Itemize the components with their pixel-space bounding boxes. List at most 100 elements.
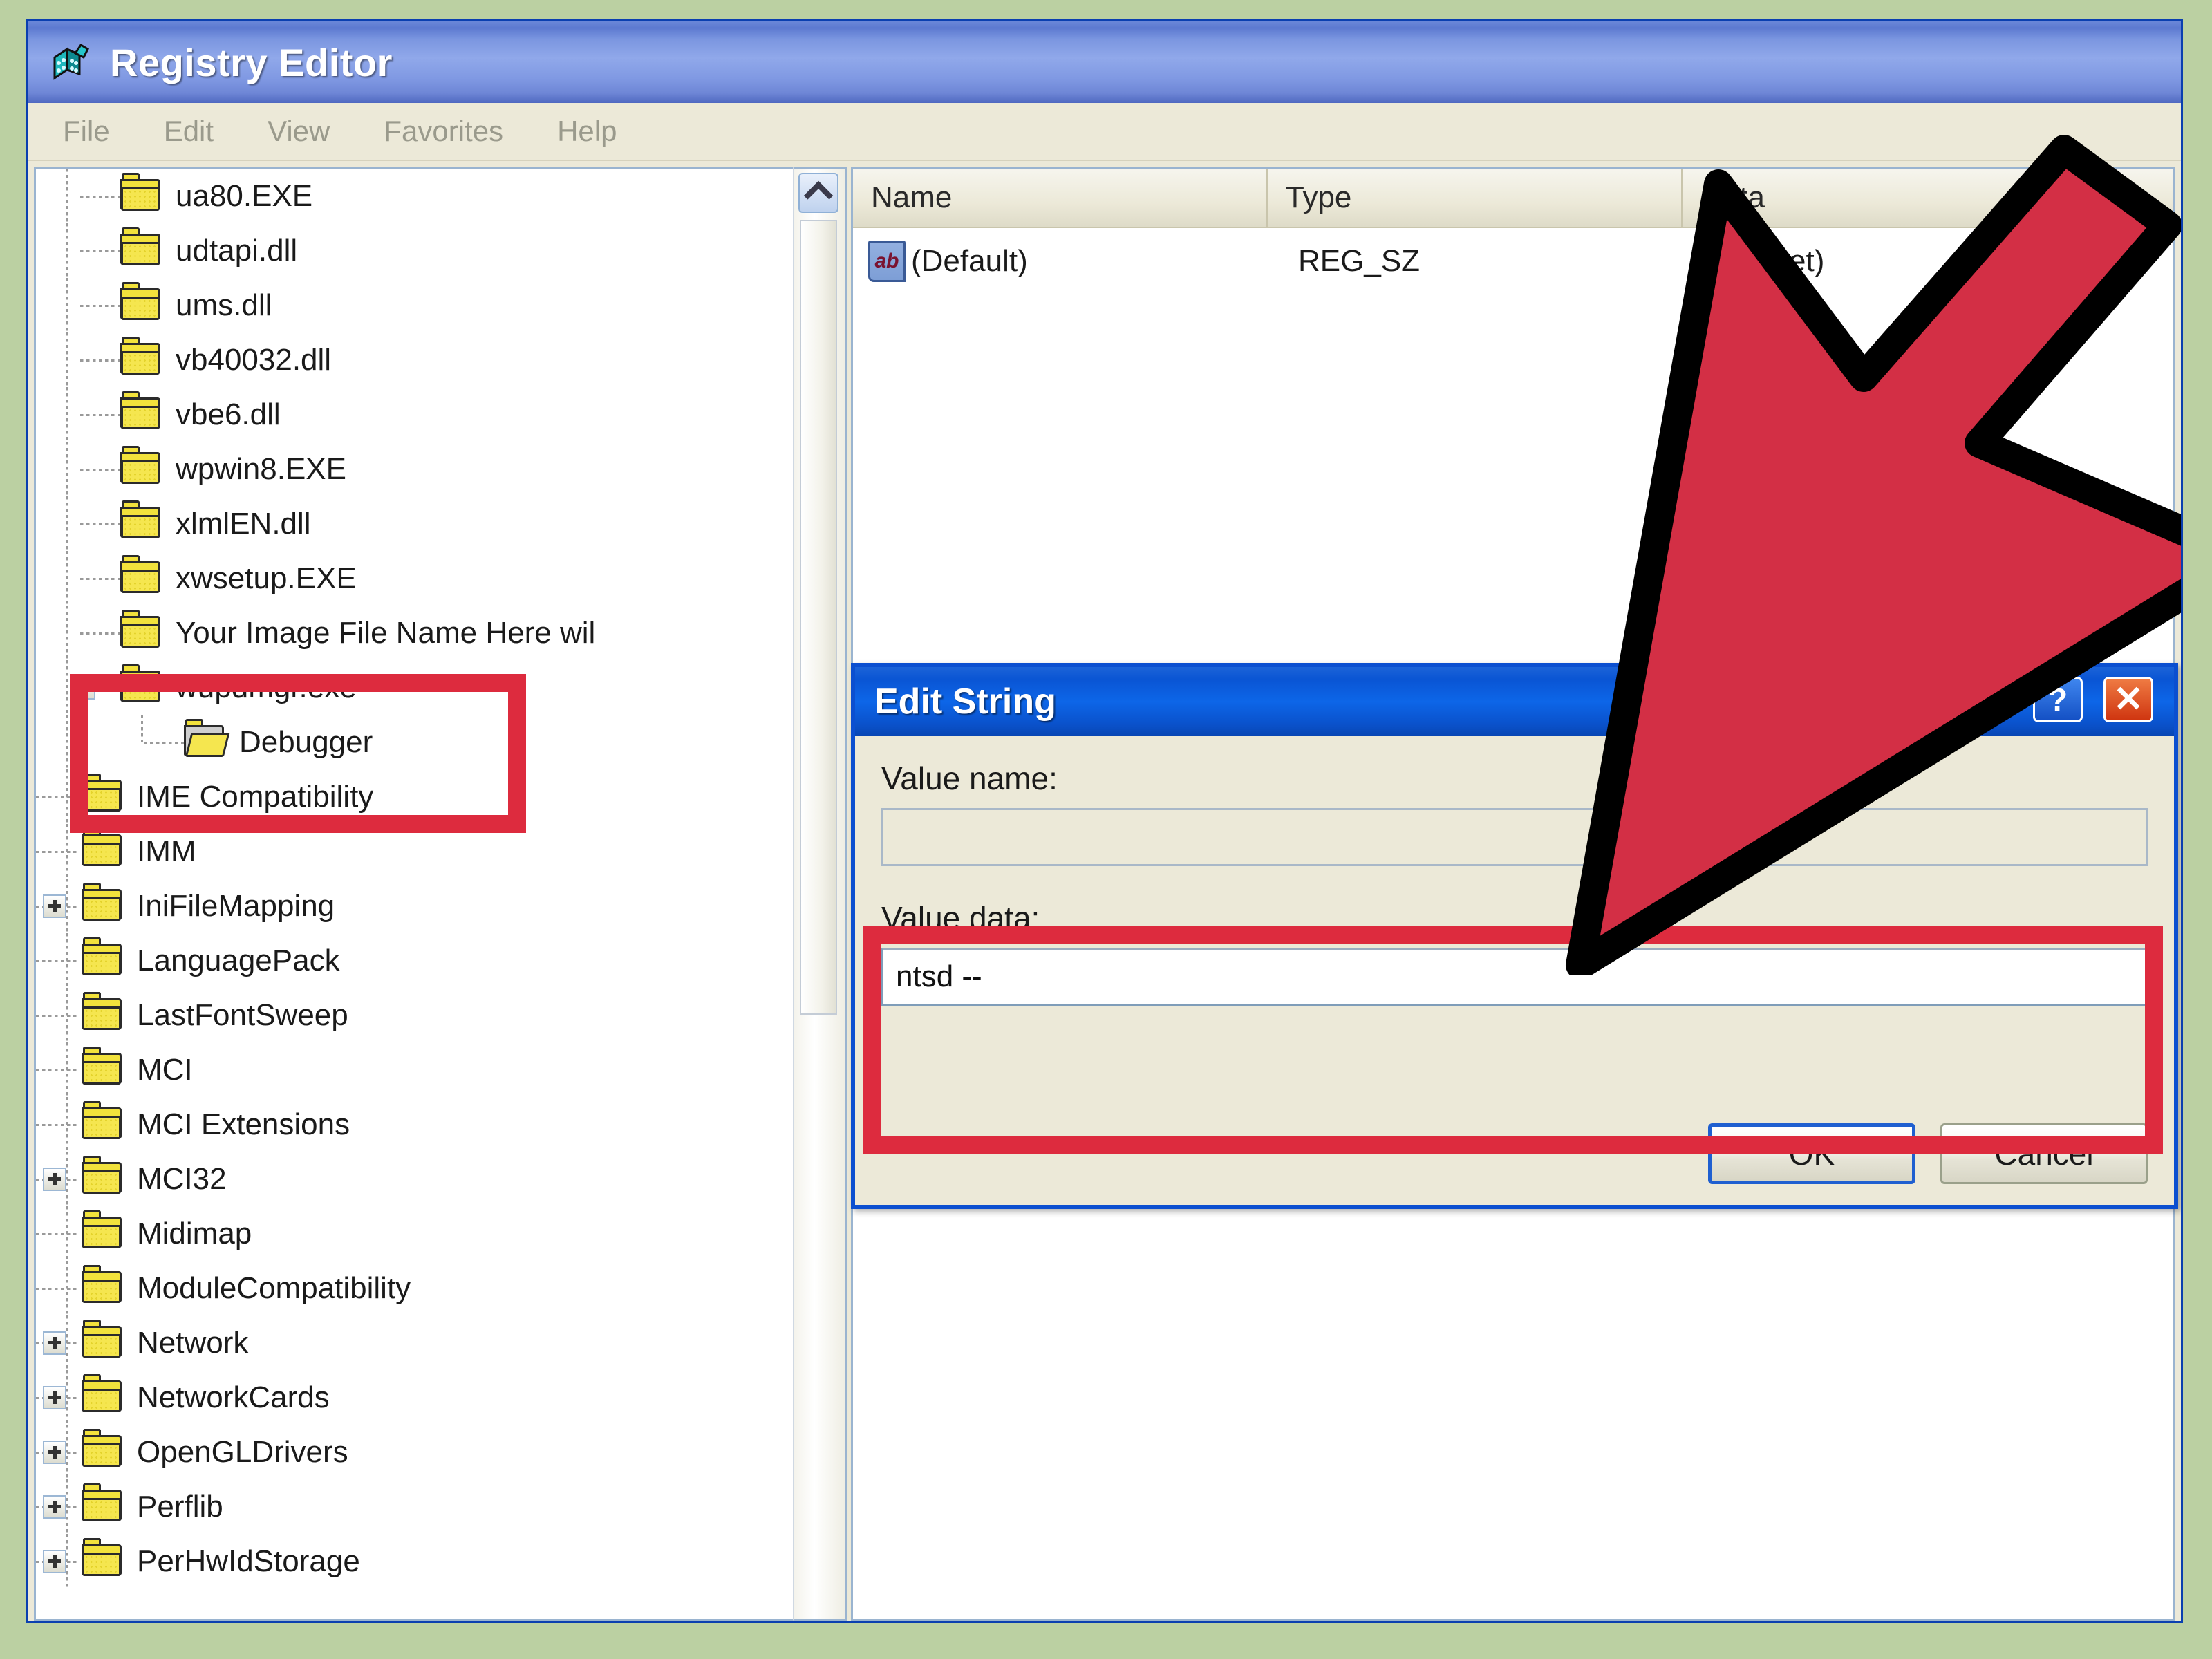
expand-plus-icon[interactable] [43, 1494, 66, 1519]
folder-icon [82, 991, 124, 1033]
folder-icon [120, 554, 163, 596]
value-data-group: Value data: ntsd -- [881, 899, 2148, 1006]
tree-item-mci[interactable]: MCI [36, 1042, 741, 1097]
expand-plus-icon[interactable] [43, 1549, 66, 1573]
tree-item-ime-compatibility[interactable]: IME Compatibility [36, 769, 741, 824]
tree-item-label: ums.dll [176, 288, 272, 322]
menu-item-favorites[interactable]: Favorites [379, 112, 507, 151]
tree-item-label: OpenGLDrivers [137, 1434, 348, 1469]
tree-item-lastfontsweep[interactable]: LastFontSweep [36, 988, 741, 1042]
tree-item-your-image-file-name-here-wil[interactable]: Your Image File Name Here wil [36, 606, 741, 660]
value-name-label: Value name: [881, 760, 1058, 796]
tree-item-imm[interactable]: IMM [36, 824, 741, 879]
edit-string-dialog[interactable]: Edit String ? ✕ Value name: Value data: … [851, 663, 2178, 1209]
window-titlebar: Registry Editor [28, 21, 2181, 103]
dialog-titlebar: Edit String ? ✕ [855, 667, 2174, 736]
tree-item-networkcards[interactable]: NetworkCards [36, 1370, 741, 1425]
tree-item-label: udtapi.dll [176, 233, 298, 268]
tree-item-perflib[interactable]: Perflib [36, 1479, 741, 1534]
tree-item-ua80-exe[interactable]: ua80.EXE [36, 169, 741, 223]
folder-icon [82, 1155, 124, 1197]
menu-bar: File Edit View Favorites Help [28, 103, 2181, 161]
tree-item-languagepack[interactable]: LanguagePack [36, 933, 741, 988]
ok-button[interactable]: OK [1708, 1123, 1915, 1184]
tree-item-ums-dll[interactable]: ums.dll [36, 278, 741, 332]
tree-connector-line [36, 1287, 79, 1290]
expand-plus-icon[interactable] [43, 894, 66, 918]
tree-item-label: Perflib [137, 1489, 223, 1524]
tree-connector-line [80, 577, 123, 580]
expand-plus-icon[interactable] [43, 1331, 66, 1355]
column-header-name[interactable]: Name [853, 169, 1268, 227]
tree-item-xlmlen-dll[interactable]: xlmlEN.dll [36, 496, 741, 551]
tree-item-udtapi-dll[interactable]: udtapi.dll [36, 223, 741, 278]
folder-icon [82, 882, 124, 924]
menu-item-file[interactable]: File [59, 112, 114, 151]
tree-item-mci-extensions[interactable]: MCI Extensions [36, 1097, 741, 1152]
column-header-type[interactable]: Type [1268, 169, 1683, 227]
cancel-button[interactable]: Cancel [1940, 1123, 2148, 1184]
tree-item-mci32[interactable]: MCI32 [36, 1152, 741, 1206]
registry-editor-window: Registry Editor File Edit View Favorites… [26, 19, 2183, 1623]
expand-plus-icon[interactable] [43, 1385, 66, 1409]
value-data-input[interactable]: ntsd -- [881, 948, 2148, 1006]
tree-item-label: wupdmgr.exe [176, 670, 357, 704]
tree-connector-line [66, 169, 68, 223]
tree-connector-line [80, 523, 123, 525]
tree-connector-line [66, 660, 68, 715]
expand-plus-icon[interactable] [43, 1440, 66, 1464]
tree-item-label: NetworkCards [137, 1380, 330, 1414]
tree-connector-line [36, 850, 79, 853]
close-icon[interactable]: ✕ [2103, 677, 2153, 722]
tree-vertical-scrollbar[interactable] [793, 167, 847, 1621]
help-icon[interactable]: ? [2033, 677, 2083, 722]
tree-item-network[interactable]: Network [36, 1315, 741, 1370]
folder-icon [82, 773, 124, 814]
tree-connector-line [66, 606, 68, 660]
folder-icon [120, 391, 163, 432]
tree-item-inifilemapping[interactable]: IniFileMapping [36, 879, 741, 933]
tree-item-vbe6-dll[interactable]: vbe6.dll [36, 387, 741, 442]
tree-item-label: LanguagePack [137, 943, 340, 977]
tree-item-opengldrivers[interactable]: OpenGLDrivers [36, 1425, 741, 1479]
value-name-input[interactable] [881, 808, 2148, 866]
tree-connector-line [36, 1232, 79, 1235]
column-header-data[interactable]: Data [1683, 169, 2173, 227]
tree-item-vb40032-dll[interactable]: vb40032.dll [36, 332, 741, 387]
tree-item-wpwin8-exe[interactable]: wpwin8.EXE [36, 442, 741, 496]
tree-connector-line [66, 442, 68, 496]
expand-plus-icon[interactable] [43, 1167, 66, 1191]
tree-item-label: ua80.EXE [176, 178, 313, 213]
dialog-buttons: OK Cancel [1708, 1123, 2148, 1184]
collapse-minus-icon[interactable] [72, 675, 95, 700]
tree-item-debugger[interactable]: Debugger [36, 715, 741, 769]
tree-item-wupdmgr-exe[interactable]: wupdmgr.exe [36, 660, 741, 715]
value-data-label: Value data: [881, 900, 1040, 936]
tree-item-perhwidstorage[interactable]: PerHwIdStorage [36, 1534, 741, 1588]
tree-item-xwsetup-exe[interactable]: xwsetup.EXE [36, 551, 741, 606]
menu-item-view[interactable]: View [263, 112, 334, 151]
menu-item-help[interactable]: Help [553, 112, 621, 151]
table-row[interactable]: ab (Default) REG_SZ (not set) [853, 228, 2173, 294]
tree-item-modulecompatibility[interactable]: ModuleCompatibility [36, 1261, 741, 1315]
tree-item-label: MCI Extensions [137, 1107, 350, 1141]
folder-icon [82, 1264, 124, 1306]
tree-item-label: vbe6.dll [176, 397, 281, 431]
tree-item-label: Debugger [239, 724, 373, 759]
value-data-cell: (not set) [1713, 244, 1825, 278]
tree-item-label: xlmlEN.dll [176, 506, 311, 541]
tree-connector-line [36, 796, 79, 798]
registry-editor-icon [49, 39, 95, 85]
folder-icon [120, 227, 163, 268]
menu-item-edit[interactable]: Edit [160, 112, 218, 151]
tree-connector-line [66, 223, 68, 278]
tree-connector-line [80, 250, 123, 252]
page-background-band [0, 1638, 2212, 1659]
scrollbar-thumb[interactable] [800, 220, 837, 1015]
tree-item-midimap[interactable]: Midimap [36, 1206, 741, 1261]
value-name-group: Value name: [881, 760, 2148, 866]
tree-connector-line [36, 959, 79, 962]
chevron-up-icon[interactable] [798, 173, 838, 213]
registry-tree-pane[interactable]: ua80.EXE udtapi.dll ums.dll vb40032.dll vbe6… [34, 167, 793, 1621]
help-glyph: ? [2047, 682, 2068, 718]
